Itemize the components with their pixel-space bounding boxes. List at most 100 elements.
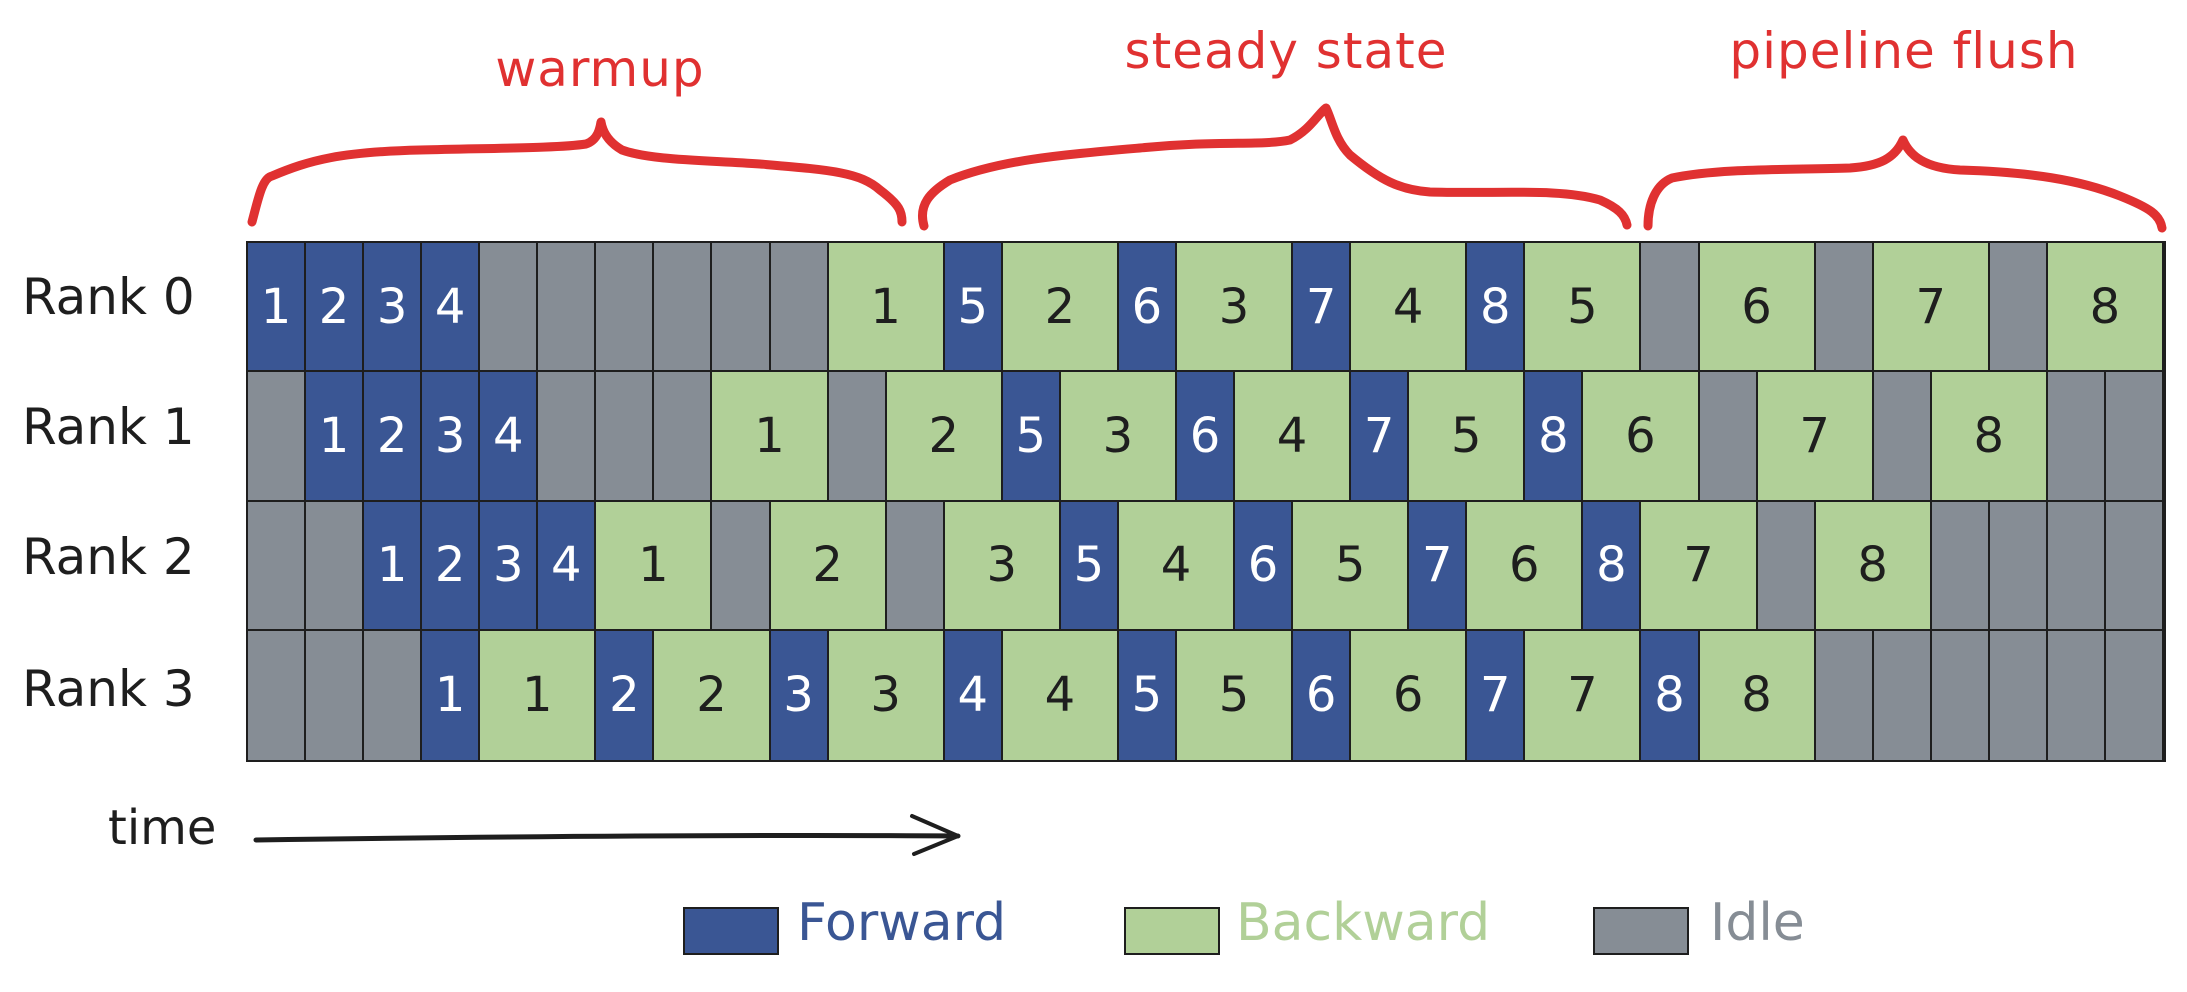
idle-block — [654, 243, 713, 373]
idle-block — [480, 243, 539, 373]
legend-idle-label: Idle — [1710, 893, 1805, 953]
backward-block-mb6: 6 — [1351, 630, 1468, 760]
forward-block-mb2: 2 — [306, 243, 365, 373]
forward-block-mb3: 3 — [770, 630, 829, 760]
backward-block-mb7: 7 — [1873, 243, 1990, 373]
forward-block-mb5: 5 — [1060, 501, 1119, 631]
forward-block-mb7: 7 — [1351, 372, 1410, 502]
backward-block-mb6: 6 — [1699, 243, 1816, 373]
phase-label-steady-state: steady state — [1124, 22, 1448, 80]
backward-block-mb2: 2 — [770, 501, 887, 631]
backward-block-mb4: 4 — [1235, 372, 1352, 502]
forward-block-mb8: 8 — [1583, 501, 1642, 631]
backward-block-mb2: 2 — [654, 630, 771, 760]
steady-state-brace — [918, 103, 1632, 231]
idle-block — [1931, 501, 1990, 631]
forward-block-mb5: 5 — [1002, 372, 1061, 502]
idle-block — [1873, 630, 1932, 760]
rank-label-0: Rank 0 — [22, 268, 195, 326]
idle-block — [1815, 630, 1874, 760]
forward-block-mb3: 3 — [422, 372, 481, 502]
forward-block-mb4: 4 — [422, 243, 481, 373]
idle-block — [2047, 372, 2106, 502]
idle-block — [1815, 243, 1874, 373]
rank-label-3: Rank 3 — [22, 660, 195, 718]
backward-block-mb1: 1 — [596, 501, 713, 631]
warmup-brace — [247, 117, 907, 227]
forward-block-mb6: 6 — [1293, 630, 1352, 760]
backward-block-mb2: 2 — [1002, 243, 1119, 373]
idle-block — [2105, 501, 2164, 631]
forward-block-mb3: 3 — [480, 501, 539, 631]
phase-label-warmup: warmup — [495, 40, 705, 98]
idle-block — [364, 630, 423, 760]
forward-block-mb7: 7 — [1409, 501, 1468, 631]
backward-block-mb8: 8 — [1931, 372, 2048, 502]
idle-block — [2047, 501, 2106, 631]
forward-block-mb2: 2 — [364, 372, 423, 502]
forward-block-mb1: 1 — [364, 501, 423, 631]
forward-block-mb2: 2 — [422, 501, 481, 631]
forward-block-mb1: 1 — [422, 630, 481, 760]
idle-block — [248, 501, 307, 631]
forward-block-mb3: 3 — [364, 243, 423, 373]
idle-block — [770, 243, 829, 373]
idle-block — [712, 243, 771, 373]
idle-block — [886, 501, 945, 631]
idle-block — [1931, 630, 1990, 760]
backward-block-mb3: 3 — [1060, 372, 1177, 502]
idle-block — [1873, 372, 1932, 502]
phase-label-pipeline-flush: pipeline flush — [1729, 22, 2079, 80]
forward-block-mb2: 2 — [596, 630, 655, 760]
idle-block — [1641, 243, 1700, 373]
forward-block-mb4: 4 — [538, 501, 597, 631]
idle-block — [2105, 630, 2164, 760]
backward-block-mb1: 1 — [828, 243, 945, 373]
backward-block-mb8: 8 — [1699, 630, 1816, 760]
forward-block-mb6: 6 — [1118, 243, 1177, 373]
rank-label-2: Rank 2 — [22, 528, 195, 586]
forward-block-mb1: 1 — [306, 372, 365, 502]
backward-block-mb7: 7 — [1641, 501, 1758, 631]
idle-block — [596, 372, 655, 502]
forward-block-mb8: 8 — [1467, 243, 1526, 373]
idle-block — [1699, 372, 1758, 502]
forward-block-mb4: 4 — [944, 630, 1003, 760]
idle-block — [2105, 372, 2164, 502]
backward-block-mb6: 6 — [1583, 372, 1700, 502]
idle-block — [538, 372, 597, 502]
legend-backward-swatch — [1124, 907, 1220, 955]
backward-block-mb1: 1 — [712, 372, 829, 502]
forward-block-mb4: 4 — [480, 372, 539, 502]
idle-block — [1989, 630, 2048, 760]
forward-block-mb5: 5 — [944, 243, 1003, 373]
forward-block-mb6: 6 — [1235, 501, 1294, 631]
idle-block — [1757, 501, 1816, 631]
backward-block-mb3: 3 — [1176, 243, 1294, 373]
forward-block-mb1: 1 — [248, 243, 307, 373]
idle-block — [2047, 630, 2106, 760]
backward-block-mb4: 4 — [1002, 630, 1119, 760]
forward-block-mb7: 7 — [1467, 630, 1526, 760]
backward-block-mb7: 7 — [1757, 372, 1874, 502]
rank-row-1: 1234125364758678 — [248, 372, 2164, 502]
backward-block-mb5: 5 — [1293, 501, 1410, 631]
forward-block-mb7: 7 — [1293, 243, 1352, 373]
idle-block — [828, 372, 887, 502]
idle-block — [712, 501, 771, 631]
rank-row-3: 1122334455667788 — [248, 630, 2164, 760]
rank-row-0: 1234152637485678 — [248, 243, 2164, 373]
idle-block — [1989, 243, 2048, 373]
backward-block-mb5: 5 — [1176, 630, 1294, 760]
idle-block — [306, 630, 365, 760]
idle-block — [248, 372, 307, 502]
idle-block — [1989, 501, 2048, 631]
backward-block-mb2: 2 — [886, 372, 1003, 502]
legend-forward-label: Forward — [797, 893, 1007, 953]
backward-block-mb3: 3 — [944, 501, 1061, 631]
backward-block-mb5: 5 — [1525, 243, 1642, 373]
backward-block-mb1: 1 — [480, 630, 597, 760]
backward-block-mb5: 5 — [1409, 372, 1526, 502]
backward-block-mb7: 7 — [1525, 630, 1642, 760]
legend-idle-swatch — [1593, 907, 1689, 955]
